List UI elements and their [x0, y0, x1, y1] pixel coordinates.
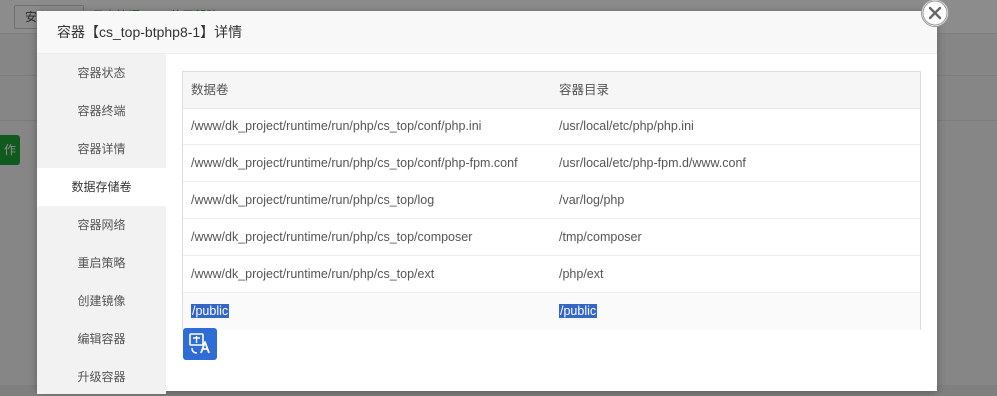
sidebar-item-data-volumes[interactable]: 数据存储卷: [37, 168, 166, 206]
sidebar-item-upgrade-container[interactable]: 升级容器: [37, 358, 166, 396]
table-row: /www/dk_project/runtime/run/php/cs_top/c…: [183, 108, 920, 145]
translate-button[interactable]: [183, 328, 217, 360]
sidebar-item-container-terminal[interactable]: 容器终端: [37, 92, 166, 130]
table-row: /public /public: [183, 293, 920, 330]
container-dir-cell: /tmp/composer: [559, 230, 642, 244]
container-dir-cell: /php/ext: [559, 267, 604, 281]
volume-path-cell: /www/dk_project/runtime/run/php/cs_top/c…: [191, 119, 482, 133]
modal-header: 容器【cs_top-btphp8-1】详情: [37, 11, 937, 54]
volume-path-cell: /www/dk_project/runtime/run/php/cs_top/c…: [191, 230, 473, 244]
translate-icon: [189, 333, 210, 354]
table-row: /www/dk_project/runtime/run/php/cs_top/c…: [183, 145, 920, 182]
sidebar-item-container-network[interactable]: 容器网络: [37, 206, 166, 244]
container-dir-cell: /usr/local/etc/php/php.ini: [559, 119, 694, 133]
sidebar-item-create-image[interactable]: 创建镜像: [37, 282, 166, 320]
sidebar-item-container-status[interactable]: 容器状态: [37, 54, 166, 92]
volume-path-cell: /www/dk_project/runtime/run/php/cs_top/e…: [191, 267, 435, 281]
container-dir-cell: /usr/local/etc/php-fpm.d/www.conf: [559, 156, 746, 170]
sidebar-item-restart-policy[interactable]: 重启策略: [37, 244, 166, 282]
modal-sidebar: 容器状态 容器终端 容器详情 数据存储卷 容器网络 重启策略 创建镜像 编辑容器…: [37, 54, 166, 394]
container-dir-cell: /var/log/php: [559, 193, 625, 207]
container-dir-cell: /public: [559, 293, 598, 329]
sidebar-item-edit-container[interactable]: 编辑容器: [37, 320, 166, 358]
table-row: /www/dk_project/runtime/run/php/cs_top/c…: [183, 219, 920, 256]
selected-text: /public: [559, 304, 598, 318]
selected-text: /public: [191, 304, 230, 318]
close-icon: [922, 0, 948, 26]
volumes-table: 数据卷 容器目录 /www/dk_project/runtime/run/php…: [182, 71, 921, 330]
sidebar-item-container-details[interactable]: 容器详情: [37, 130, 166, 168]
container-detail-modal: 容器【cs_top-btphp8-1】详情 容器状态 容器终端 容器详情 数据存…: [37, 11, 937, 394]
volume-path-cell: /www/dk_project/runtime/run/php/cs_top/l…: [191, 193, 435, 207]
table-header: 数据卷 容器目录: [183, 72, 920, 109]
modal-title: 容器【cs_top-btphp8-1】详情: [57, 24, 243, 40]
volume-path-cell: /public: [191, 293, 230, 329]
table-row: /www/dk_project/runtime/run/php/cs_top/e…: [183, 256, 920, 293]
column-header-volume: 数据卷: [191, 83, 229, 97]
table-row: /www/dk_project/runtime/run/php/cs_top/l…: [183, 182, 920, 219]
column-header-container-dir: 容器目录: [559, 83, 610, 97]
close-button[interactable]: [921, 0, 949, 27]
volume-path-cell: /www/dk_project/runtime/run/php/cs_top/c…: [191, 156, 518, 170]
